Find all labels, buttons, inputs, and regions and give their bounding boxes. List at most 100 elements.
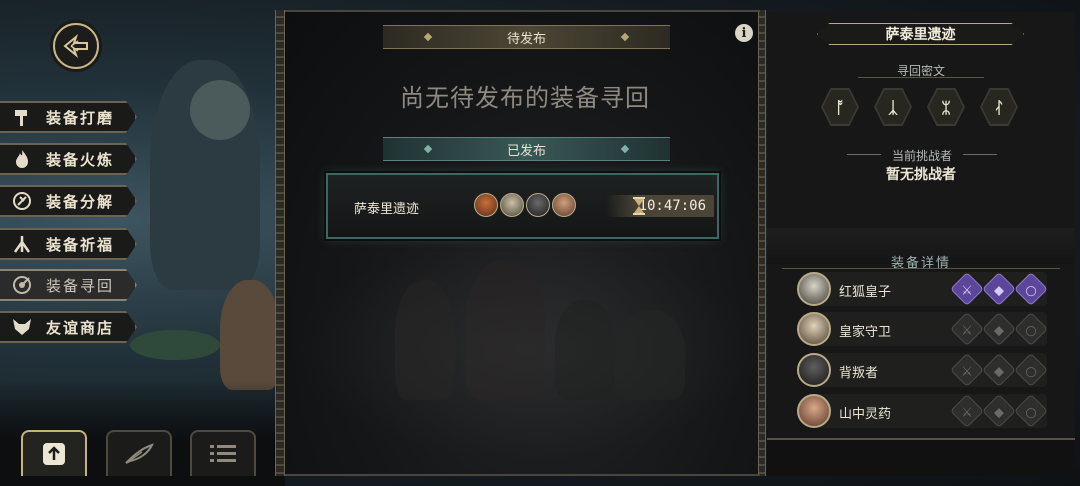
fox-icon (10, 316, 34, 338)
empty-message: 尚无待发布的装备寻回 (400, 84, 650, 112)
rune-glyph: ᛣ (888, 97, 898, 117)
menu-item-label: 装备分解 (46, 192, 115, 211)
armor-icon: ◆ (994, 363, 1004, 379)
hero-avatar-icon (526, 193, 550, 217)
menu-item-disassemble[interactable]: 装备分解 (0, 185, 137, 217)
menu-item-retrieval[interactable]: 装备寻回 (0, 269, 137, 301)
timer-value: 10:47:06 (638, 198, 706, 214)
menu-item-polish[interactable]: 装备打磨 (0, 101, 137, 133)
ring-icon: ○ (1025, 282, 1037, 298)
weapon-slot[interactable]: ⚔ (950, 353, 984, 387)
hero-avatar-icon (474, 193, 498, 217)
grass-patch (130, 330, 220, 360)
weapon-slot[interactable]: ⚔ (950, 312, 984, 346)
feather-icon (125, 443, 154, 464)
tab-publish[interactable] (21, 430, 87, 476)
ring-slot[interactable]: ○ (1014, 312, 1048, 346)
right-panel-footer (767, 438, 1075, 476)
hero-name: 背叛者 (839, 366, 879, 381)
hero-avatar (797, 353, 831, 387)
sword-icon: ⚔ (961, 282, 973, 298)
challenger-label: 当前挑战者 (837, 147, 1007, 164)
left-frame-border (275, 10, 285, 476)
rune-glyph: ᛮ (994, 97, 1004, 117)
hero-avatar-icon (500, 193, 524, 217)
armor-icon: ◆ (994, 282, 1004, 298)
ring-icon: ○ (1025, 322, 1037, 338)
menu-item-friendship-shop[interactable]: 友谊商店 (0, 311, 137, 343)
figure-head (190, 80, 250, 140)
published-label: 已发布 (506, 143, 546, 159)
armor-slot[interactable]: ◆ (982, 272, 1016, 306)
ring-icon: ○ (1025, 404, 1037, 420)
tab-list[interactable] (190, 430, 256, 476)
tab-feather[interactable] (106, 430, 172, 476)
hero-row[interactable]: 皇家守卫 ⚔ ◆ ○ (797, 312, 1048, 346)
quest-name: 萨泰里遗迹 (354, 202, 420, 217)
menu-item-label: 装备寻回 (46, 276, 115, 295)
sword-icon: ⚔ (961, 363, 973, 379)
hero-row[interactable]: 背叛者 ⚔ ◆ ○ (797, 353, 1048, 387)
back-button[interactable] (53, 23, 99, 69)
weapon-slot[interactable]: ⚔ (950, 272, 984, 306)
rune-glyph: ᛯ (941, 97, 951, 117)
hero-row[interactable]: 红狐皇子 ⚔ ◆ ○ (797, 272, 1048, 306)
location-title: 萨泰里遗迹 (817, 23, 1024, 45)
menu-item-label: 装备祈福 (46, 235, 115, 254)
top-frame-line (285, 10, 760, 12)
flame-icon (10, 148, 34, 170)
diamond-ornament (620, 144, 630, 154)
location-title-text: 萨泰里遗迹 (885, 27, 956, 43)
pending-label: 待发布 (506, 31, 546, 47)
menu-item-blessing[interactable]: 装备祈福 (0, 228, 137, 260)
list-icon (210, 445, 236, 462)
diamond-ornament (620, 32, 630, 42)
challenger-value: 暂无挑战者 (886, 167, 956, 183)
info-button[interactable]: i (735, 24, 753, 42)
ring-icon: ○ (1025, 363, 1037, 379)
diamond-ornament (423, 32, 433, 42)
rune-glyph: ᚩ (835, 97, 845, 117)
hero-name: 山中灵药 (839, 407, 892, 422)
runes-label-underline (858, 77, 984, 78)
armor-slot[interactable]: ◆ (982, 353, 1016, 387)
pending-banner: 待发布 (383, 25, 670, 49)
hero-avatar (797, 394, 831, 428)
menu-item-label: 装备打磨 (46, 108, 115, 127)
hero-name: 皇家守卫 (839, 325, 892, 340)
weapon-slot[interactable]: ⚔ (950, 394, 984, 428)
upload-icon (43, 443, 65, 465)
timer: 10:47:06 (606, 195, 714, 217)
menu-item-forge[interactable]: 装备火炼 (0, 143, 137, 175)
menu-item-label: 友谊商店 (46, 318, 115, 337)
published-banner: 已发布 (383, 137, 670, 161)
fog (290, 240, 760, 460)
hero-avatar (797, 312, 831, 346)
hero-avatar-icon (552, 193, 576, 217)
armor-icon: ◆ (994, 404, 1004, 420)
armor-slot[interactable]: ◆ (982, 312, 1016, 346)
hero-row[interactable]: 山中灵药 ⚔ ◆ ○ (797, 394, 1048, 428)
hourglass-icon (633, 197, 645, 215)
info-icon: i (741, 25, 747, 41)
armor-icon: ◆ (994, 322, 1004, 338)
equipment-label-line (782, 268, 1060, 269)
ring-slot[interactable]: ○ (1014, 394, 1048, 428)
hero-avatar (797, 272, 831, 306)
prayer-icon (10, 233, 34, 255)
target-icon (10, 274, 34, 296)
menu-item-label: 装备火炼 (46, 150, 115, 169)
diamond-ornament (423, 144, 433, 154)
bottom-frame-line (285, 474, 760, 476)
ring-slot[interactable]: ○ (1014, 272, 1048, 306)
warrior-figure (220, 280, 280, 390)
hammer-icon (10, 106, 34, 128)
armor-slot[interactable]: ◆ (982, 394, 1016, 428)
back-arrow-icon (63, 34, 88, 58)
disassemble-icon (10, 190, 34, 212)
published-quest-card[interactable]: 萨泰里遗迹 10:47:06 (326, 173, 719, 239)
sword-icon: ⚔ (961, 322, 973, 338)
hero-name: 红狐皇子 (839, 285, 892, 300)
ring-slot[interactable]: ○ (1014, 353, 1048, 387)
sword-icon: ⚔ (961, 404, 973, 420)
